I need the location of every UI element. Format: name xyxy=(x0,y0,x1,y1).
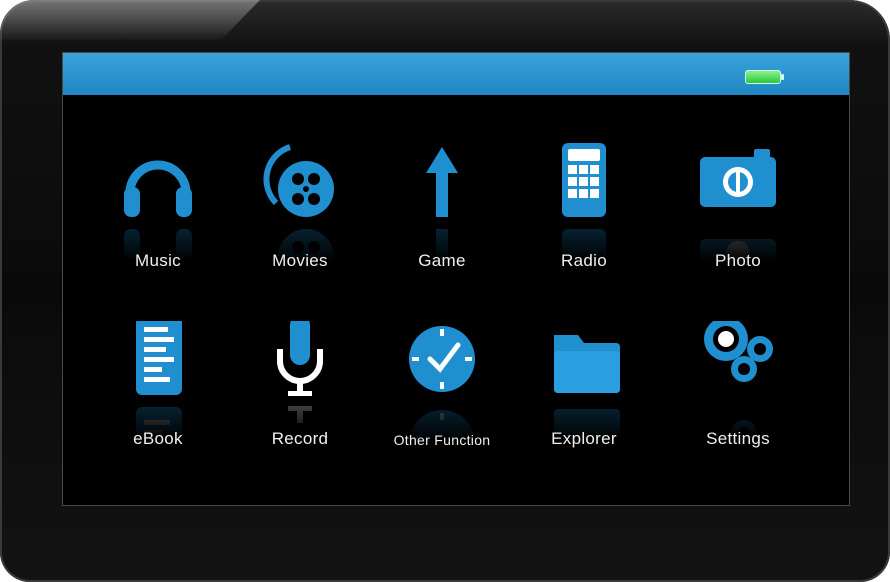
app-label: Photo xyxy=(715,251,761,270)
app-label: Music xyxy=(135,251,181,270)
arrow-up-icon xyxy=(426,147,458,217)
app-label: Other Function xyxy=(393,432,491,448)
headphones-icon xyxy=(124,160,192,217)
app-radio[interactable]: Radio xyxy=(519,143,649,303)
app-label: Settings xyxy=(706,429,770,448)
app-label: eBook xyxy=(133,429,183,448)
app-explorer[interactable]: Explorer xyxy=(519,321,649,481)
app-settings[interactable]: Settings xyxy=(673,321,803,481)
microphone-icon xyxy=(277,321,323,396)
app-label: Movies xyxy=(272,251,328,270)
app-game[interactable]: Game xyxy=(377,143,507,303)
status-bar xyxy=(63,53,849,95)
screen: Music Movies Game Radio Photo eBook Reco… xyxy=(62,52,850,506)
frame-gloss xyxy=(0,0,260,40)
document-icon xyxy=(136,321,182,395)
film-reel-icon xyxy=(263,144,334,217)
battery-full-icon xyxy=(745,70,784,84)
camera-icon xyxy=(700,149,776,207)
calculator-radio-icon xyxy=(562,143,606,217)
app-record[interactable]: Record xyxy=(235,321,365,481)
app-label: Explorer xyxy=(551,429,617,448)
clock-icon xyxy=(409,326,475,392)
app-label: Radio xyxy=(561,251,607,270)
app-music[interactable]: Music xyxy=(93,143,223,303)
app-label: Record xyxy=(271,429,329,448)
gears-icon xyxy=(704,321,773,382)
app-other-function[interactable]: Other Function xyxy=(377,321,507,481)
app-photo[interactable]: Photo xyxy=(673,143,803,303)
folder-icon xyxy=(554,335,620,393)
app-movies[interactable]: Movies xyxy=(235,143,365,303)
app-ebook[interactable]: eBook xyxy=(93,321,223,481)
device-frame: Music Movies Game Radio Photo eBook Reco… xyxy=(0,0,890,582)
app-label: Game xyxy=(418,251,466,270)
